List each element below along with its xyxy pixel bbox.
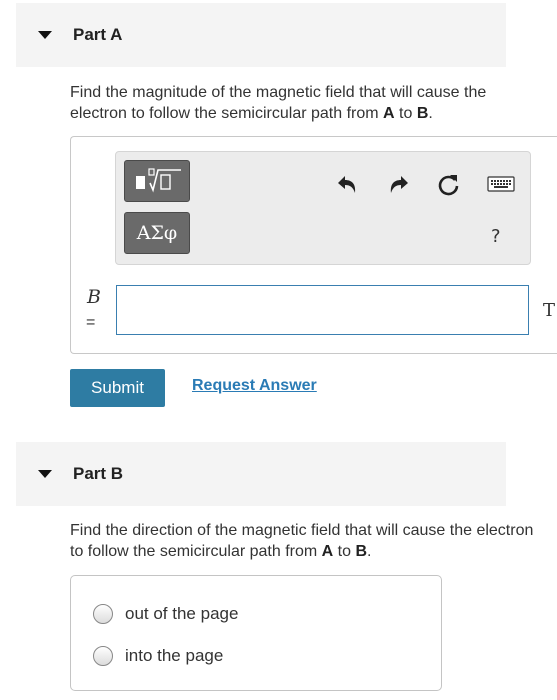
reset-icon[interactable]: [436, 172, 462, 198]
request-answer-link[interactable]: Request Answer: [192, 377, 317, 395]
redo-icon[interactable]: [386, 172, 412, 198]
part-a-header[interactable]: Part A: [16, 3, 506, 67]
part-b-header[interactable]: Part B: [16, 442, 506, 506]
option-label[interactable]: out of the page: [125, 604, 238, 624]
collapse-triangle-icon[interactable]: [38, 470, 52, 478]
help-button[interactable]: ?: [491, 226, 501, 247]
part-a-question: Find the magnitude of the magnetic field…: [70, 84, 487, 122]
greek-symbols-button[interactable]: ΑΣφ: [124, 212, 190, 254]
unit-label: T: [543, 300, 556, 321]
part-a-title: Part A: [73, 25, 123, 44]
option-label[interactable]: into the page: [125, 646, 223, 666]
submit-button[interactable]: Submit: [70, 369, 165, 407]
variable-label: B: [87, 286, 101, 308]
part-b-question: Find the direction of the magnetic field…: [70, 522, 534, 560]
answer-input[interactable]: [116, 285, 529, 335]
radio-button[interactable]: [93, 646, 113, 666]
equals-sign: =: [86, 314, 96, 331]
math-toolbar: ΑΣφ: [115, 151, 531, 265]
collapse-triangle-icon[interactable]: [38, 31, 52, 39]
part-b-title: Part B: [73, 464, 124, 483]
direction-options: out of the page into the page: [70, 575, 442, 691]
templates-button[interactable]: [124, 160, 190, 202]
radio-button[interactable]: [93, 604, 113, 624]
templates-icon: [136, 168, 181, 193]
keyboard-icon[interactable]: [487, 174, 515, 194]
undo-icon[interactable]: [334, 172, 360, 198]
